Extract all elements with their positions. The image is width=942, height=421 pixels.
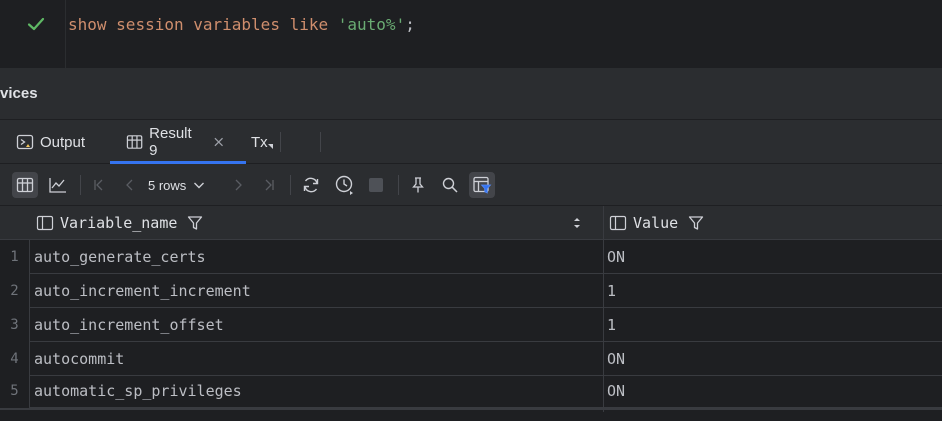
- line-chart-icon: [49, 178, 66, 193]
- result-grid: Variable_name Value 1 auto_generate_cert…: [0, 206, 942, 421]
- search-button[interactable]: [437, 172, 463, 198]
- filter-icon[interactable]: [688, 215, 704, 231]
- refresh-icon: [303, 177, 319, 193]
- table-row[interactable]: 3 auto_increment_offset 1: [0, 308, 942, 342]
- table-grid-icon: [126, 135, 143, 149]
- column-icon: [609, 215, 627, 231]
- column-icon: [36, 215, 54, 231]
- cell-value[interactable]: 1: [607, 274, 616, 308]
- row-number: 5: [0, 374, 30, 408]
- tab-result-9-label: Result 9: [149, 125, 192, 159]
- separator: [80, 175, 81, 195]
- first-page-icon: [94, 179, 103, 191]
- gutter-divider: [65, 0, 66, 68]
- next-page-button[interactable]: [225, 172, 251, 198]
- separator: [320, 132, 321, 152]
- filter-panel-button[interactable]: [469, 172, 495, 198]
- grid-header: Variable_name Value: [0, 206, 942, 240]
- refresh-button[interactable]: [298, 172, 324, 198]
- check-icon: [27, 17, 45, 31]
- cell-value[interactable]: ON: [607, 240, 625, 274]
- tx-dropdown-icon: [267, 144, 273, 149]
- result-toolbar: 5 rows: [0, 164, 942, 206]
- sql-terminator: ;: [405, 15, 415, 34]
- services-title: vices: [0, 85, 38, 102]
- sql-keyword: like: [289, 15, 329, 34]
- tx-label: Tx: [251, 133, 268, 151]
- previous-page-button[interactable]: [117, 172, 143, 198]
- sql-string: 'auto%': [337, 15, 406, 34]
- cell-variable-name[interactable]: autocommit: [34, 342, 124, 376]
- column-header-value[interactable]: Value: [609, 206, 704, 240]
- sql-keyword: show: [68, 15, 107, 34]
- chart-view-button[interactable]: [45, 172, 71, 198]
- row-number: 2: [0, 274, 30, 308]
- cell-value[interactable]: 1: [607, 308, 616, 342]
- cell-variable-name[interactable]: auto_increment_increment: [34, 274, 251, 308]
- chevron-down-icon: [194, 182, 205, 189]
- sql-editor[interactable]: show session variables like 'auto%';: [0, 0, 942, 68]
- table-filter-icon: [473, 176, 492, 194]
- separator: [280, 132, 281, 152]
- table-row[interactable]: 5 automatic_sp_privileges ON: [0, 374, 942, 408]
- column-divider[interactable]: [603, 206, 604, 412]
- cell-value[interactable]: ON: [607, 374, 625, 408]
- tab-output-label: Output: [40, 133, 86, 151]
- last-page-button[interactable]: [256, 172, 282, 198]
- page-size-select[interactable]: 5 rows: [148, 172, 205, 198]
- column-header-variable-name[interactable]: Variable_name: [36, 206, 596, 240]
- tab-result-9[interactable]: Result 9: [110, 120, 246, 164]
- stop-icon: [369, 178, 383, 192]
- column-label: Value: [633, 214, 679, 232]
- chevron-right-icon: [235, 179, 242, 191]
- cell-variable-name[interactable]: auto_increment_offset: [34, 308, 224, 342]
- separator: [290, 175, 291, 195]
- table-view-button[interactable]: [12, 172, 38, 198]
- cell-value[interactable]: ON: [607, 342, 625, 376]
- row-number: 3: [0, 308, 30, 342]
- chevron-left-icon: [126, 179, 133, 191]
- table-row[interactable]: 4 autocommit ON: [0, 342, 942, 376]
- table-row[interactable]: 2 auto_increment_increment 1: [0, 274, 942, 308]
- cell-variable-name[interactable]: automatic_sp_privileges: [34, 374, 242, 408]
- sort-icon[interactable]: [572, 216, 582, 230]
- pin-tab-button[interactable]: [405, 172, 431, 198]
- table-grid-icon: [16, 177, 34, 193]
- column-label: Variable_name: [60, 214, 178, 232]
- table-row[interactable]: 1 auto_generate_certs ON: [0, 240, 942, 274]
- tab-output[interactable]: Output: [16, 120, 85, 164]
- last-page-icon: [265, 179, 274, 191]
- first-page-button[interactable]: [86, 172, 112, 198]
- cell-variable-name[interactable]: auto_generate_certs: [34, 240, 206, 274]
- cancel-query-button[interactable]: [363, 172, 389, 198]
- close-tab-icon[interactable]: [213, 136, 224, 148]
- filter-icon[interactable]: [187, 215, 203, 231]
- row-number: 1: [0, 240, 30, 274]
- sql-keyword: session: [116, 15, 184, 34]
- result-tab-bar: Output Result 9 Tx: [0, 120, 942, 270]
- grid-bottom-border: [0, 408, 942, 410]
- sql-keyword: variables: [193, 15, 280, 34]
- row-number: 4: [0, 342, 30, 376]
- output-console-icon: [16, 134, 34, 150]
- auto-refresh-button[interactable]: [332, 172, 358, 198]
- separator: [398, 175, 399, 195]
- search-icon: [442, 177, 458, 193]
- clock-icon: [335, 175, 353, 195]
- sql-statement[interactable]: show session variables like 'auto%';: [68, 14, 415, 36]
- tab-tx-mode[interactable]: Tx: [251, 120, 280, 164]
- page-size-label: 5 rows: [148, 177, 187, 193]
- services-panel-header: vices: [0, 68, 942, 120]
- pin-icon: [412, 177, 424, 193]
